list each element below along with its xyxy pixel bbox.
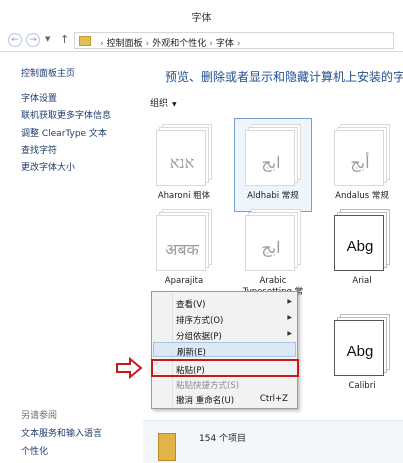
breadcrumb: › 控制面板 › 外观和个性化 › 字体 › (97, 36, 243, 49)
font-sample: ابج (261, 153, 281, 172)
font-name: Arial (352, 276, 372, 286)
sidebar-link-control-panel-home[interactable]: 控制面板主页 (21, 66, 75, 79)
menu-item-paste-shortcut: 粘贴快捷方式(S) (153, 376, 296, 391)
recent-locations-dropdown-icon[interactable]: ▼ (45, 35, 50, 43)
sidebar-link-get-font-info-online[interactable]: 联机获取更多字体信息 (21, 108, 111, 121)
breadcrumb-separator-icon: › (236, 39, 241, 49)
menu-item-group-by[interactable]: 分组依据(P) ▶ (153, 327, 296, 342)
organize-menu-button[interactable]: 组织 ▼ (150, 96, 177, 109)
font-file-icon: أبج (334, 124, 392, 186)
font-item-arial[interactable]: Abg Arial (324, 209, 400, 305)
address-field[interactable]: › 控制面板 › 外观和个性化 › 字体 › (74, 32, 394, 49)
breadcrumb-item-appearance[interactable]: 外观和个性化 (152, 39, 206, 49)
font-item-aldhabi[interactable]: ابج Aldhabi 常规 (234, 118, 312, 220)
font-name: Aldhabi 常规 (247, 191, 299, 201)
font-sample: ابج (261, 238, 281, 257)
font-sample: Abg (346, 343, 374, 360)
breadcrumb-item-fonts[interactable]: 字体 (216, 39, 234, 49)
organize-label: 组织 (150, 99, 169, 109)
font-name: Andalus 常规 (335, 191, 389, 201)
menu-item-label: 分组依据(P) (176, 332, 222, 342)
breadcrumb-item-control-panel[interactable]: 控制面板 (107, 39, 143, 49)
font-name: Calibri (348, 381, 376, 391)
submenu-arrow-icon: ▶ (287, 330, 292, 337)
sidebar-link-personalization[interactable]: 个性化 (21, 444, 48, 457)
sidebar-link-find-character[interactable]: 查找字符 (21, 143, 57, 156)
address-bar: ← → ▼ ↑ › 控制面板 › 外观和个性化 › 字体 › (0, 30, 403, 52)
annotation-arrow-icon (116, 357, 143, 379)
menu-item-label: 粘贴快捷方式(S) (176, 381, 240, 391)
font-name: Aparajita (164, 276, 204, 286)
chevron-down-icon: ▼ (172, 101, 177, 108)
folder-icon (158, 433, 176, 461)
font-sample: अबक (165, 240, 199, 259)
sidebar-link-text-services[interactable]: 文本服务和输入语言 (21, 426, 102, 439)
window-title: 字体 (191, 13, 212, 24)
context-menu: 查看(V) ▶ 排序方式(O) ▶ 分组依据(P) ▶ 刷新(E) 粘贴(P) … (151, 291, 298, 409)
sidebar-link-change-font-size[interactable]: 更改字体大小 (21, 160, 75, 173)
font-file-icon: Abg (334, 314, 392, 376)
font-name: Aharoni 粗体 (157, 191, 211, 201)
font-sample: אנא (169, 153, 195, 172)
menu-item-label: 撤消 重命名(U) (176, 396, 235, 406)
breadcrumb-separator-icon: › (209, 39, 213, 49)
menu-item-view[interactable]: 查看(V) ▶ (153, 295, 296, 310)
up-arrow-icon[interactable]: ↑ (60, 33, 69, 46)
submenu-arrow-icon: ▶ (287, 314, 292, 321)
font-sample: أبج (350, 153, 370, 172)
annotation-highlight-box (151, 359, 299, 377)
sidebar-link-adjust-cleartype[interactable]: 调整 ClearType 文本 (21, 126, 107, 139)
sidebar-link-font-settings[interactable]: 字体设置 (21, 91, 57, 104)
font-file-icon: ابج (245, 124, 303, 186)
font-file-icon: אנא (156, 124, 214, 186)
font-file-icon: ابج (245, 209, 303, 271)
item-count: 154 个项目 (199, 434, 247, 444)
menu-item-shortcut: Ctrl+Z (259, 394, 288, 404)
back-arrow-icon[interactable]: ← (8, 33, 22, 47)
breadcrumb-separator-icon: › (100, 39, 104, 49)
forward-arrow-icon[interactable]: → (26, 33, 40, 47)
menu-item-label: 排序方式(O) (176, 316, 224, 326)
folder-icon (79, 36, 91, 46)
see-also-heading: 另请参阅 (21, 411, 58, 421)
status-bar: 154 个项目 (143, 420, 403, 463)
font-item-andalus[interactable]: أبج Andalus 常规 (324, 124, 400, 220)
page-title: 预览、删除或者显示和隐藏计算机上安装的字体 (165, 70, 403, 84)
font-item-aharoni[interactable]: אנא Aharoni 粗体 (146, 124, 222, 220)
menu-item-sort-by[interactable]: 排序方式(O) ▶ (153, 311, 296, 326)
submenu-arrow-icon: ▶ (287, 298, 292, 305)
menu-item-undo-rename[interactable]: 撤消 重命名(U) Ctrl+Z (153, 391, 296, 406)
menu-item-label: 查看(V) (176, 300, 206, 310)
title-bar: 字体 (0, 0, 403, 30)
menu-item-refresh[interactable]: 刷新(E) (153, 342, 296, 358)
sidebar: 控制面板主页 字体设置 联机获取更多字体信息 调整 ClearType 文本 查… (0, 52, 143, 463)
font-item-calibri[interactable]: Abg Calibri (324, 314, 400, 410)
font-sample: Abg (346, 238, 374, 255)
menu-item-label: 刷新(E) (177, 348, 207, 358)
font-file-icon: Abg (334, 209, 392, 271)
font-file-icon: अबक (156, 209, 214, 271)
breadcrumb-separator-icon: › (145, 39, 150, 49)
